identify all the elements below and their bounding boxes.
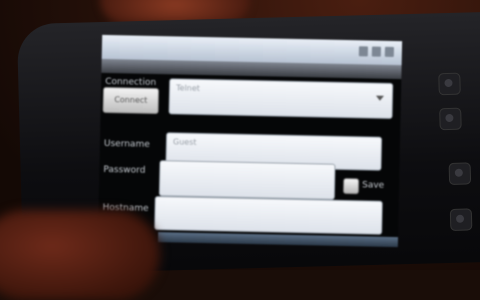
save-password-label: Save bbox=[361, 180, 385, 191]
battery-icon bbox=[384, 46, 395, 57]
connect-button[interactable]: Connect bbox=[102, 86, 160, 115]
connection-type-value: Telnet bbox=[176, 83, 200, 93]
wifi-icon bbox=[371, 46, 382, 57]
back-hardware-button[interactable] bbox=[448, 162, 472, 185]
search-hardware-button[interactable] bbox=[449, 208, 473, 231]
save-password-checkbox[interactable] bbox=[342, 177, 360, 195]
hand bbox=[0, 210, 160, 300]
hostname-field[interactable] bbox=[154, 196, 383, 235]
menu-hardware-button[interactable] bbox=[438, 72, 461, 96]
signal-icon bbox=[358, 46, 369, 57]
home-hardware-button[interactable] bbox=[439, 107, 462, 131]
password-field[interactable] bbox=[158, 160, 336, 200]
phone-screen: Connection Connect Telnet Username Guest… bbox=[97, 34, 403, 248]
connection-type-select[interactable]: Telnet bbox=[168, 78, 394, 119]
username-label: Username bbox=[103, 138, 150, 150]
username-placeholder: Guest bbox=[172, 137, 197, 147]
chevron-down-icon bbox=[375, 95, 384, 101]
password-label: Password bbox=[103, 164, 146, 176]
